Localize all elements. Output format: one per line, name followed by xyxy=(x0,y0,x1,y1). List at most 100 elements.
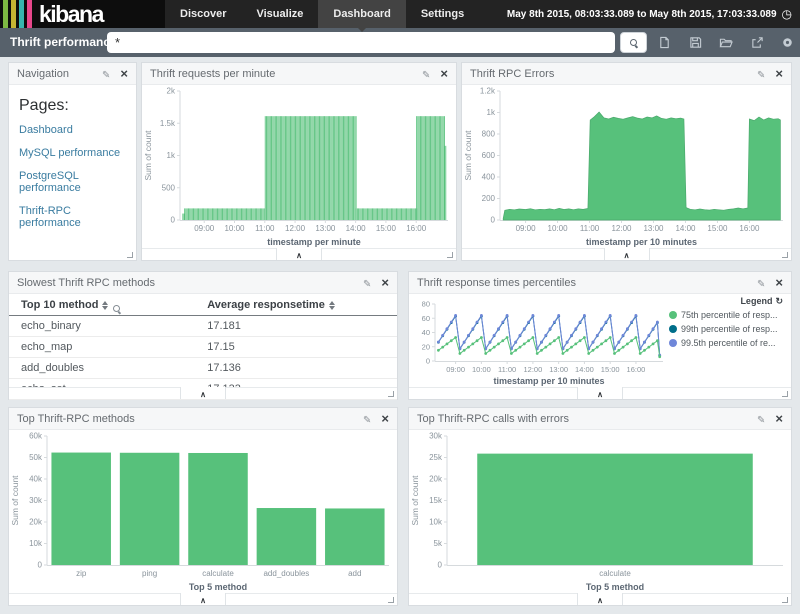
edit-panel-icon[interactable] xyxy=(422,65,430,83)
search-button[interactable] xyxy=(620,32,647,53)
close-panel-icon[interactable] xyxy=(775,410,783,428)
table-row: echo_binary17.181 xyxy=(9,316,397,337)
svg-text:16:00: 16:00 xyxy=(406,224,427,233)
close-panel-icon[interactable] xyxy=(381,274,389,292)
query-input[interactable] xyxy=(107,32,615,53)
close-panel-icon[interactable] xyxy=(775,65,783,83)
panel-title: Top Thrift-RPC methods xyxy=(17,413,363,425)
pages-heading: Pages: xyxy=(19,97,126,115)
panel-thrift-requests-header: Thrift requests per minute xyxy=(142,63,456,85)
table-row: echo_map17.15 xyxy=(9,337,397,358)
svg-text:10k: 10k xyxy=(29,539,43,548)
svg-text:400: 400 xyxy=(482,173,496,182)
open-dashboard-button[interactable] xyxy=(717,34,735,51)
edit-panel-icon[interactable] xyxy=(757,274,765,292)
panel-top-methods: Top Thrift-RPC methods 010k20k30k40k50k6… xyxy=(8,407,398,606)
new-dashboard-button[interactable] xyxy=(656,34,673,51)
svg-text:14:00: 14:00 xyxy=(675,224,696,233)
tab-discover[interactable]: Discover xyxy=(165,0,241,28)
dashboard-grid: Navigation Pages: Dashboard MySQL perfor… xyxy=(0,57,800,614)
svg-text:Sum of count: Sum of count xyxy=(143,130,153,181)
svg-text:1.2k: 1.2k xyxy=(480,87,496,96)
edit-panel-icon[interactable] xyxy=(102,65,110,83)
collapse-panel-tab[interactable] xyxy=(604,248,650,260)
close-panel-icon[interactable] xyxy=(775,274,783,292)
svg-text:09:00: 09:00 xyxy=(194,224,215,233)
svg-text:200: 200 xyxy=(482,194,496,203)
legend-title[interactable]: Legend xyxy=(669,296,783,307)
nav-link-postgresql[interactable]: PostgreSQL performance xyxy=(19,170,126,194)
panel-resize-handle[interactable] xyxy=(388,391,394,397)
svg-text:20: 20 xyxy=(422,342,430,351)
responsetime-cell: 17.181 xyxy=(195,316,397,337)
svg-text:50k: 50k xyxy=(29,453,43,462)
column-header-responsetime[interactable]: Average responsetime xyxy=(195,294,397,316)
close-panel-icon[interactable] xyxy=(440,65,448,83)
svg-text:30k: 30k xyxy=(429,432,443,441)
top-errors-bar-chart: 05k10k15k20k25k30kTop 5 methodSum of cou… xyxy=(409,430,791,593)
svg-text:0: 0 xyxy=(426,357,430,366)
tab-settings[interactable]: Settings xyxy=(406,0,479,28)
legend-item-99-5th[interactable]: 99.5th percentile of re... xyxy=(669,338,783,348)
nav-link-thrift-rpc[interactable]: Thrift-RPC performance xyxy=(19,205,126,229)
legend-item-75th[interactable]: 75th percentile of resp... xyxy=(669,310,783,320)
svg-text:timestamp per 10 minutes: timestamp per 10 minutes xyxy=(586,237,697,247)
close-panel-icon[interactable] xyxy=(381,410,389,428)
legend-dot xyxy=(669,325,677,333)
time-range-picker[interactable]: May 8th 2015, 08:03:33.089 to May 8th 20… xyxy=(507,0,800,28)
svg-text:16:00: 16:00 xyxy=(739,224,760,233)
panel-title: Thrift RPC Errors xyxy=(470,68,757,80)
percentiles-chart-area: 02040608009:0010:0011:0012:0013:0014:001… xyxy=(409,294,791,387)
collapse-panel-tab[interactable] xyxy=(180,593,226,605)
panel-resize-handle[interactable] xyxy=(782,597,788,603)
svg-text:11:00: 11:00 xyxy=(580,224,600,233)
tab-dashboard[interactable]: Dashboard xyxy=(318,0,405,28)
percentiles-line-chart: 02040608009:0010:0011:0012:0013:0014:001… xyxy=(409,294,669,387)
column-header-label: Top 10 method xyxy=(21,299,98,311)
nav-link-mysql[interactable]: MySQL performance xyxy=(19,147,126,159)
clock-icon xyxy=(782,7,792,21)
collapse-panel-tab[interactable] xyxy=(577,387,623,399)
close-panel-icon[interactable] xyxy=(120,65,128,83)
svg-text:11:00: 11:00 xyxy=(498,365,516,374)
panel-resize-handle[interactable] xyxy=(782,391,788,397)
panel-resize-handle[interactable] xyxy=(127,252,133,258)
share-dashboard-button[interactable] xyxy=(749,34,766,51)
collapse-panel-tab[interactable] xyxy=(180,387,226,399)
panel-resize-handle[interactable] xyxy=(782,252,788,258)
svg-text:0: 0 xyxy=(438,561,443,570)
collapse-panel-tab[interactable] xyxy=(577,593,623,605)
svg-text:16:00: 16:00 xyxy=(627,365,646,374)
column-header-method[interactable]: Top 10 method xyxy=(9,294,195,316)
kibana-logo[interactable]: kibana xyxy=(0,0,165,28)
collapse-panel-tab[interactable] xyxy=(276,248,322,260)
save-dashboard-button[interactable] xyxy=(687,34,704,51)
panel-resize-handle[interactable] xyxy=(388,597,394,603)
edit-panel-icon[interactable] xyxy=(757,410,765,428)
svg-text:25k: 25k xyxy=(429,453,443,462)
responsetime-cell: 17.136 xyxy=(195,358,397,379)
method-cell: add_doubles xyxy=(9,358,195,379)
svg-text:800: 800 xyxy=(482,130,496,139)
panel-resize-handle[interactable] xyxy=(447,252,453,258)
panel-footer xyxy=(142,248,456,260)
search-icon xyxy=(630,39,638,47)
svg-text:500: 500 xyxy=(162,183,176,192)
dashboard-options-button[interactable] xyxy=(779,34,796,51)
new-document-icon xyxy=(658,36,671,49)
svg-text:0: 0 xyxy=(171,216,176,225)
svg-text:0: 0 xyxy=(38,561,43,570)
table-row: add_doubles17.136 xyxy=(9,358,397,379)
svg-text:20k: 20k xyxy=(429,475,443,484)
edit-panel-icon[interactable] xyxy=(363,274,371,292)
kibana-logo-stripes-icon xyxy=(3,0,35,28)
svg-text:15k: 15k xyxy=(429,496,443,505)
edit-panel-icon[interactable] xyxy=(757,65,765,83)
edit-panel-icon[interactable] xyxy=(363,410,371,428)
top-navbar: kibana Discover Visualize Dashboard Sett… xyxy=(0,0,800,28)
tab-visualize[interactable]: Visualize xyxy=(241,0,318,28)
legend-item-99th[interactable]: 99th percentile of resp... xyxy=(669,324,783,334)
chart-legend: Legend 75th percentile of resp... 99th p… xyxy=(669,294,789,387)
nav-link-dashboard[interactable]: Dashboard xyxy=(19,124,126,136)
svg-text:09:00: 09:00 xyxy=(516,224,537,233)
